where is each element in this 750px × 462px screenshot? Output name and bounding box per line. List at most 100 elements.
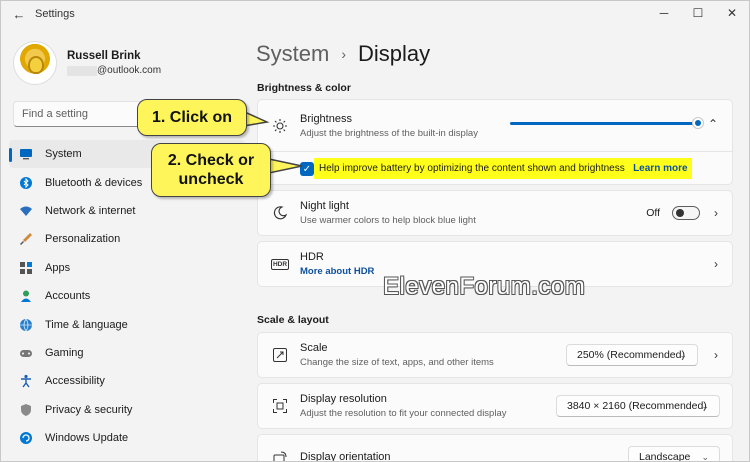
sidebar-item-label: Gaming <box>45 346 84 359</box>
minimize-icon: ─ <box>659 6 669 20</box>
avatar <box>13 41 57 85</box>
callout-step-2: 2. Check or uncheck <box>151 143 271 197</box>
sidebar-item-windows-update[interactable]: Windows Update <box>9 424 245 452</box>
battery-option-row: ✓ Help improve battery by optimizing the… <box>258 151 732 185</box>
sidebar-item-personalization[interactable]: Personalization <box>9 225 245 253</box>
callout-step-2-line-2: uncheck <box>178 171 244 188</box>
shield-icon <box>19 403 33 417</box>
display-orientation-dropdown[interactable]: Landscape ⌄ <box>628 446 720 462</box>
display-orientation-card[interactable]: Display orientation Landscape ⌄ <box>257 434 733 462</box>
display-resolution-title: Display resolution <box>300 393 387 405</box>
scale-icon <box>272 347 288 363</box>
update-icon <box>19 431 33 445</box>
sidebar-item-label: Network & internet <box>45 204 136 217</box>
night-light-state: Off <box>646 207 660 219</box>
brightness-slider-thumb[interactable] <box>692 117 704 129</box>
checkmark-icon: ✓ <box>302 163 312 175</box>
chevron-down-icon: ⌄ <box>679 349 687 360</box>
brightness-description: Adjust the brightness of the built-in di… <box>300 127 478 139</box>
email-redaction <box>67 65 97 76</box>
learn-more-link[interactable]: Learn more <box>633 163 687 174</box>
night-light-row[interactable]: Night light Use warmer colors to help bl… <box>258 191 732 235</box>
chevron-down-icon: ⌄ <box>701 451 709 462</box>
person-icon <box>19 289 33 303</box>
brightness-card: Brightness Adjust the brightness of the … <box>257 99 733 185</box>
accessibility-icon <box>19 374 33 388</box>
scale-dropdown[interactable]: 250% (Recommended) ⌄ <box>566 344 698 366</box>
chevron-right-icon: › <box>341 46 347 62</box>
callout-step-1: 1. Click on <box>137 99 247 136</box>
hdr-title: HDR <box>300 251 324 263</box>
more-about-hdr-link[interactable]: More about HDR <box>300 266 374 277</box>
brightness-title: Brightness <box>300 112 352 125</box>
battery-option-label: Help improve battery by optimizing the c… <box>319 163 688 174</box>
battery-optimization-checkbox[interactable]: ✓ <box>300 162 314 176</box>
section-title-scale-layout: Scale & layout <box>257 314 329 326</box>
display-resolution-dropdown[interactable]: 3840 × 2160 (Recommended) ⌄ <box>556 395 720 417</box>
sidebar-item-label: Windows Update <box>45 432 129 445</box>
display-orientation-value: Landscape <box>639 451 691 462</box>
display-orientation-title: Display orientation <box>300 451 391 462</box>
chevron-right-icon[interactable]: › <box>714 348 718 362</box>
chevron-right-icon[interactable]: › <box>714 206 718 220</box>
breadcrumb: System › Display <box>256 41 430 67</box>
breadcrumb-parent[interactable]: System <box>256 41 329 67</box>
close-button[interactable]: ✕ <box>715 1 749 25</box>
sidebar-item-accessibility[interactable]: Accessibility <box>9 367 245 395</box>
sidebar-item-privacy[interactable]: Privacy & security <box>9 396 245 424</box>
chevron-down-icon: ⌄ <box>701 400 709 411</box>
back-arrow-icon: ← <box>12 6 26 22</box>
maximize-icon: ☐ <box>692 6 704 20</box>
orientation-icon <box>272 451 288 461</box>
user-name: Russell Brink <box>67 50 141 62</box>
scale-card[interactable]: Scale Change the size of text, apps, and… <box>257 332 733 378</box>
settings-window: ← Settings ─ ☐ ✕ Russell Brink @outlook.… <box>0 0 750 462</box>
display-resolution-row[interactable]: Display resolution Adjust the resolution… <box>258 384 732 428</box>
chevron-right-icon[interactable]: › <box>714 257 718 271</box>
sidebar-item-gaming[interactable]: Gaming <box>9 339 245 367</box>
monitor-icon <box>19 147 33 161</box>
resolution-icon <box>272 398 288 414</box>
sidebar-item-label: Accessibility <box>45 375 105 388</box>
brightness-row[interactable]: Brightness Adjust the brightness of the … <box>258 100 732 151</box>
brightness-slider[interactable] <box>510 117 704 129</box>
night-light-toggle[interactable] <box>672 206 700 220</box>
night-light-card[interactable]: Night light Use warmer colors to help bl… <box>257 190 733 236</box>
sidebar-item-network[interactable]: Network & internet <box>9 197 245 225</box>
user-profile[interactable]: Russell Brink @outlook.com <box>13 41 161 85</box>
globe-icon <box>19 318 33 332</box>
sun-icon <box>272 118 288 134</box>
minimize-button[interactable]: ─ <box>647 1 681 25</box>
chevron-up-icon[interactable]: ⌃ <box>708 117 718 131</box>
section-title-brightness-color: Brightness & color <box>257 82 351 94</box>
brush-icon <box>19 232 33 246</box>
brightness-slider-track <box>510 122 698 125</box>
window-controls: ─ ☐ ✕ <box>647 1 749 25</box>
scale-row[interactable]: Scale Change the size of text, apps, and… <box>258 333 732 377</box>
page-title: Display <box>358 41 431 66</box>
night-light-toggle-group: Off <box>646 206 700 220</box>
sidebar-item-time-language[interactable]: Time & language <box>9 310 245 338</box>
bluetooth-icon <box>19 176 33 190</box>
sidebar-item-label: System <box>45 148 82 161</box>
gamepad-icon <box>19 346 33 360</box>
close-icon: ✕ <box>726 6 738 20</box>
display-resolution-card[interactable]: Display resolution Adjust the resolution… <box>257 383 733 429</box>
night-light-description: Use warmer colors to help block blue lig… <box>300 215 476 226</box>
sidebar-item-label: Accounts <box>45 290 91 303</box>
user-email: @outlook.com <box>67 65 161 76</box>
back-button[interactable]: ← <box>5 1 33 27</box>
sidebar-item-apps[interactable]: Apps <box>9 254 245 282</box>
sidebar-item-label: Personalization <box>45 233 121 246</box>
sidebar-item-label: Bluetooth & devices <box>45 176 143 189</box>
sidebar-item-accounts[interactable]: Accounts <box>9 282 245 310</box>
maximize-button[interactable]: ☐ <box>681 1 715 25</box>
sidebar-item-label: Privacy & security <box>45 403 133 416</box>
sidebar-item-label: Apps <box>45 261 71 274</box>
callout-step-1-text: 1. Click on <box>151 109 233 126</box>
battery-option-text: Help improve battery by optimizing the c… <box>319 163 625 174</box>
night-light-icon <box>272 205 288 221</box>
display-orientation-row[interactable]: Display orientation Landscape ⌄ <box>258 435 732 462</box>
apps-icon <box>19 261 33 275</box>
user-email-domain: @outlook.com <box>97 65 162 76</box>
